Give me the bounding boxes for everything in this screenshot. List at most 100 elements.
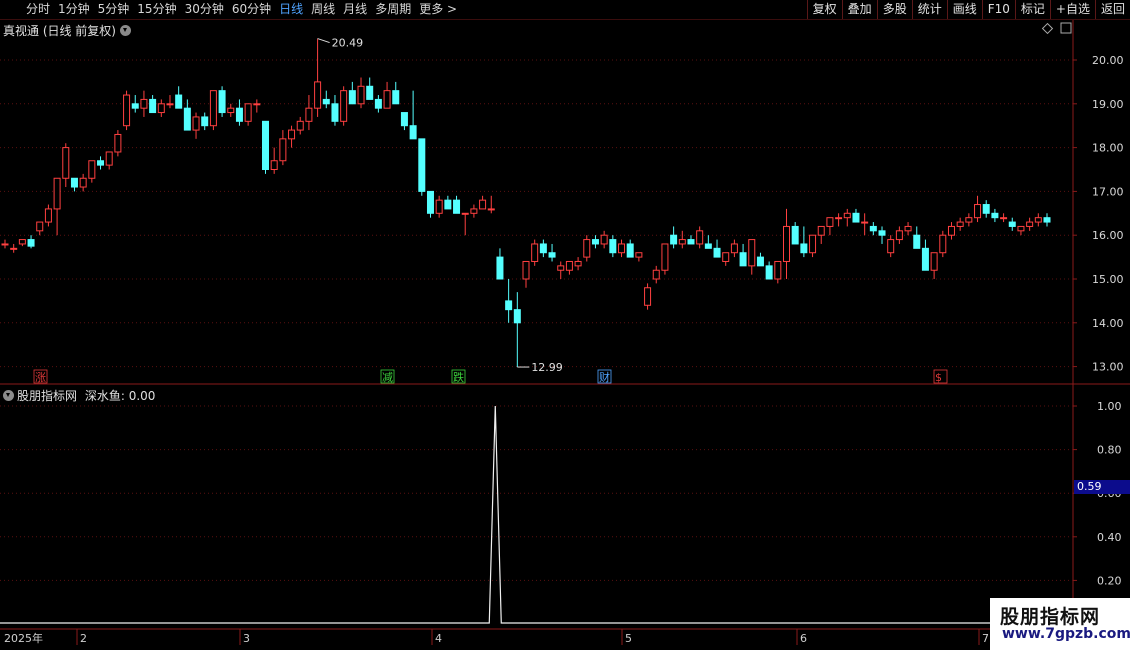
candle-body [140,98,148,109]
candle-body [539,243,547,254]
candle-body [305,107,313,122]
candle-body [79,177,87,188]
candle-body [175,94,183,109]
candle-body [817,225,825,236]
candle-body [913,234,921,249]
current-value-tag: 0.59 [1074,480,1130,494]
candle-body [626,243,634,258]
candle-body [192,116,200,131]
candle-body [974,204,982,219]
candle-body [88,160,96,179]
candle-body [183,107,191,131]
candle-body [930,252,938,271]
candle-body [114,133,122,153]
candle-body [583,239,591,258]
candle-body [904,225,912,232]
price-tick-label: 14.00 [1092,317,1124,330]
candle-body [835,217,843,220]
candle-body [756,256,764,267]
candle-body [105,151,113,166]
candle-body [1026,221,1034,227]
price-tick-label: 15.00 [1092,273,1124,286]
candle-body [296,120,304,131]
year-label: 2025年 [4,631,43,645]
candle-body [1000,217,1008,220]
candle-body [939,234,947,254]
candle-body [722,252,730,262]
month-label: 2 [80,632,87,645]
candle-body [322,98,330,105]
candle-body [982,204,990,214]
candle-body [505,300,513,311]
event-marker: 减 [382,371,393,384]
candle-body [748,239,756,267]
month-label: 5 [625,632,632,645]
candle-body [227,107,235,114]
candle-body [201,116,209,127]
event-marker: 跌 [453,370,464,384]
watermark-title: 股朋指标网 [1000,606,1101,628]
candle-body [36,221,44,232]
candle-body [730,243,738,254]
indicator-tick-label: 0.20 [1097,574,1122,587]
candle-body [878,230,886,236]
candle-body [18,239,26,245]
candle-body [531,243,539,262]
price-tick-label: 18.00 [1092,142,1124,155]
candle-body [70,177,78,188]
candle-body [131,103,139,109]
candle-body [461,212,469,215]
candle-body [783,225,790,262]
candle-body [53,177,61,210]
candle-body [270,160,278,171]
candle-body [696,230,704,245]
price-tick-label: 17.00 [1092,185,1124,198]
month-label: 4 [435,632,442,645]
price-tick-label: 20.00 [1092,54,1124,67]
candle-body [253,103,261,106]
candle-body [826,217,834,227]
candle-body [1017,225,1025,232]
candle-body [44,208,52,223]
candle-body [687,239,695,245]
candle-body [470,208,478,214]
candle-body [479,199,487,210]
indicator-line [0,405,1073,624]
high-label: 20.49 [332,37,364,50]
watermark-url: www.7gpzb.com [1002,626,1130,642]
candle-body [644,287,652,306]
candle-body [869,225,877,232]
candle-body [861,221,869,224]
candle-body [262,120,269,170]
candle-body [652,269,660,280]
watermark: 股朋指标网 www.7gpzb.com [990,598,1130,650]
candle-body [27,239,35,247]
candle-body [62,147,70,179]
candle-body [288,129,296,140]
chart-canvas[interactable]: 20.00 19.00 18.00 17.00 16.00 15.00 14.00 13.00… [0,0,1130,650]
candle-body [487,208,495,211]
candle-body [314,81,322,109]
price-tick-label: 19.00 [1092,98,1124,111]
candle-body [418,138,426,192]
candle-body [409,125,417,140]
candle-body [453,199,461,214]
candle-body [357,85,365,105]
candle-body [522,260,530,280]
candle-body [895,230,903,241]
candle-body [235,107,243,122]
month-label: 7 [982,632,989,645]
indicator-tick-label: 0.40 [1097,531,1122,544]
high-arrow [317,38,330,44]
candle-body [10,247,18,250]
candle-body [426,190,434,214]
candle-body [618,243,626,254]
candle-body [366,85,374,100]
candle-body [809,234,817,254]
candle-body [97,160,105,166]
candle-body [496,256,504,280]
candle-body [331,103,339,122]
candle-body [157,103,165,114]
candle-body [557,265,565,271]
candle-body [513,309,521,324]
